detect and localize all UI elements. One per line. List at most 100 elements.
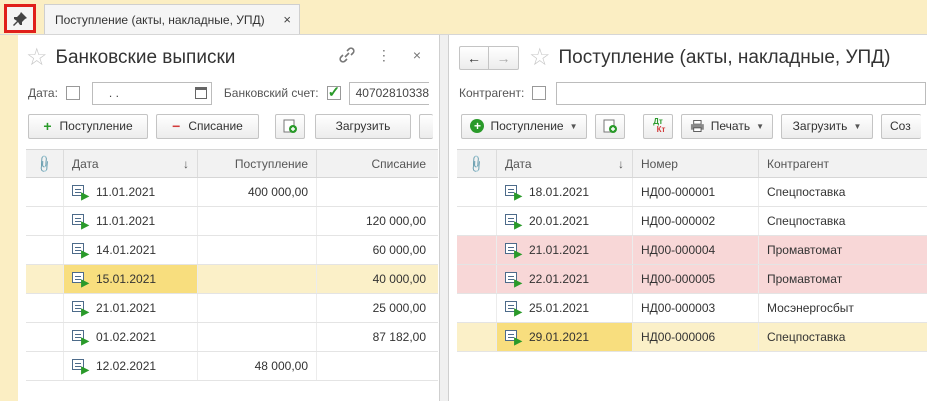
close-icon[interactable]: × [413, 47, 421, 64]
star-icon[interactable]: ☆ [529, 46, 551, 70]
income-button[interactable]: + Поступление ▼ [461, 113, 587, 139]
date-value: 14.01.2021 [96, 243, 157, 257]
receipts-filter-row: Контрагент: [459, 81, 927, 105]
account-input[interactable]: 40702810338 [348, 81, 429, 105]
star-icon[interactable]: ☆ [26, 46, 48, 70]
back-button[interactable]: ← [459, 46, 489, 70]
number-value: НД00-000005 [641, 272, 716, 286]
dt-kt-button[interactable]: Дт Кт [643, 113, 673, 139]
document-icon: ▶ [72, 359, 89, 376]
income-cell [198, 265, 317, 293]
calendar-icon[interactable] [194, 86, 207, 99]
income-cell [198, 323, 317, 351]
receipts-header: ← → ☆ Поступление (акты, накладные, УПД) [459, 43, 890, 73]
income-column-header[interactable]: Поступление [198, 150, 317, 177]
date-input[interactable]: . . [91, 81, 212, 105]
contractor-column-header[interactable]: Контрагент [759, 150, 927, 177]
forward-button[interactable]: → [489, 46, 519, 70]
expense-button[interactable]: − Списание [156, 113, 259, 139]
date-value: 29.01.2021 [529, 330, 590, 344]
document-icon: ▶ [72, 272, 89, 289]
print-button[interactable]: Печать ▼ [681, 113, 773, 139]
expense-cell: 40 000,00 [317, 265, 434, 293]
expense-cell [317, 178, 434, 206]
toolbar-overflow-button[interactable] [419, 113, 433, 139]
sort-down-icon: ↓ [618, 156, 624, 171]
kt-label: Кт [656, 125, 666, 134]
table-row[interactable]: ▶ 20.01.2021 НД00-000002 Спецпоставка [457, 207, 927, 236]
contractor-cell: Спецпоставка [759, 207, 927, 235]
contractor-label: Контрагент: [459, 86, 525, 100]
date-cell: ▶ 11.01.2021 [64, 207, 198, 235]
number-column-header[interactable]: Номер [633, 150, 759, 177]
panel-splitter[interactable] [440, 35, 448, 401]
add-document-button[interactable] [595, 113, 625, 139]
bank-statements-table: 📎 Дата ↓ Поступление Списание ▶ 11.01.202… [26, 149, 438, 381]
contractor-value: Промавтомат [767, 243, 843, 257]
date-column-header[interactable]: Дата ↓ [64, 150, 198, 177]
number-column-label: Номер [641, 156, 678, 171]
add-document-icon [603, 119, 617, 133]
attachment-column-header[interactable]: 📎 [457, 150, 497, 177]
pin-icon [13, 11, 27, 26]
close-icon[interactable]: × [283, 12, 291, 27]
table-row[interactable]: ▶ 12.02.2021 48 000,00 [26, 352, 438, 381]
document-icon: ▶ [72, 330, 89, 347]
pin-button[interactable] [4, 4, 36, 33]
contractor-checkbox[interactable] [532, 86, 547, 100]
table-row[interactable]: ▶ 11.01.2021 120 000,00 [26, 207, 438, 236]
bank-statements-header: ☆ Банковские выписки [26, 43, 235, 73]
expense-value: 60 000,00 [372, 243, 426, 257]
table-row[interactable]: ▶ 25.01.2021 НД00-000003 Мосэнергосбыт [457, 294, 927, 323]
print-button-label: Печать [710, 119, 751, 133]
attachment-column-header[interactable]: 📎 [26, 150, 64, 177]
table-row-highlighted[interactable]: ▶ 22.01.2021 НД00-000005 Промавтомат [457, 265, 927, 294]
date-checkbox[interactable] [65, 86, 80, 100]
table-row-selected[interactable]: ▶ 29.01.2021 НД00-000006 Спецпоставка [457, 323, 927, 352]
attachment-cell [457, 265, 497, 293]
tab-strip: Поступление (акты, накладные, УПД) × [0, 0, 927, 36]
minus-icon: − [172, 118, 181, 134]
paperclip-icon: 📎 [466, 153, 487, 174]
income-cell [198, 236, 317, 264]
date-column-label: Дата [72, 156, 99, 171]
link-icon[interactable] [339, 47, 355, 63]
table-row[interactable]: ▶ 18.01.2021 НД00-000001 Спецпоставка [457, 178, 927, 207]
attachment-cell [457, 236, 497, 264]
table-row[interactable]: ▶ 14.01.2021 60 000,00 [26, 236, 438, 265]
date-cell: ▶ 18.01.2021 [497, 178, 633, 206]
date-label: Дата: [28, 86, 58, 100]
date-column-header[interactable]: Дата ↓ [497, 150, 633, 177]
table-row-highlighted[interactable]: ▶ 21.01.2021 НД00-000004 Промавтомат [457, 236, 927, 265]
contractor-cell: Мосэнергосбыт [759, 294, 927, 322]
tab-receipts[interactable]: Поступление (акты, накладные, УПД) × [44, 4, 300, 34]
document-icon: ▶ [72, 243, 89, 260]
table-row[interactable]: ▶ 01.02.2021 87 182,00 [26, 323, 438, 352]
add-document-button[interactable] [275, 113, 305, 139]
number-value: НД00-000004 [641, 243, 716, 257]
attachment-cell [26, 352, 64, 380]
create-button[interactable]: Соз [881, 113, 921, 139]
load-button[interactable]: Загрузить [315, 113, 411, 139]
income-button[interactable]: + Поступление [28, 113, 148, 139]
more-icon[interactable]: ⋮ [377, 47, 391, 64]
load-button[interactable]: Загрузить ▼ [781, 113, 873, 139]
contractor-cell: Промавтомат [759, 236, 927, 264]
table-header: 📎 Дата ↓ Номер Контрагент [457, 150, 927, 178]
contractor-cell: Промавтомат [759, 265, 927, 293]
document-icon: ▶ [505, 330, 522, 347]
bank-filter-row: Дата: . . Банковский счет: 40702810338 [28, 81, 429, 105]
table-row[interactable]: ▶ 11.01.2021 400 000,00 [26, 178, 438, 207]
contractor-column-label: Контрагент [767, 156, 830, 171]
load-button-label: Загрузить [792, 119, 848, 133]
expense-value: 25 000,00 [372, 301, 426, 315]
expense-cell: 87 182,00 [317, 323, 434, 351]
load-button-label: Загрузить [335, 119, 391, 133]
table-row-selected[interactable]: ▶ 15.01.2021 40 000,00 [26, 265, 438, 294]
contractor-input[interactable] [556, 81, 927, 105]
account-checkbox[interactable] [326, 83, 341, 101]
expense-column-header[interactable]: Списание [317, 150, 434, 177]
document-icon: ▶ [72, 214, 89, 231]
table-row[interactable]: ▶ 21.01.2021 25 000,00 [26, 294, 438, 323]
date-cell: ▶ 15.01.2021 [64, 265, 198, 293]
